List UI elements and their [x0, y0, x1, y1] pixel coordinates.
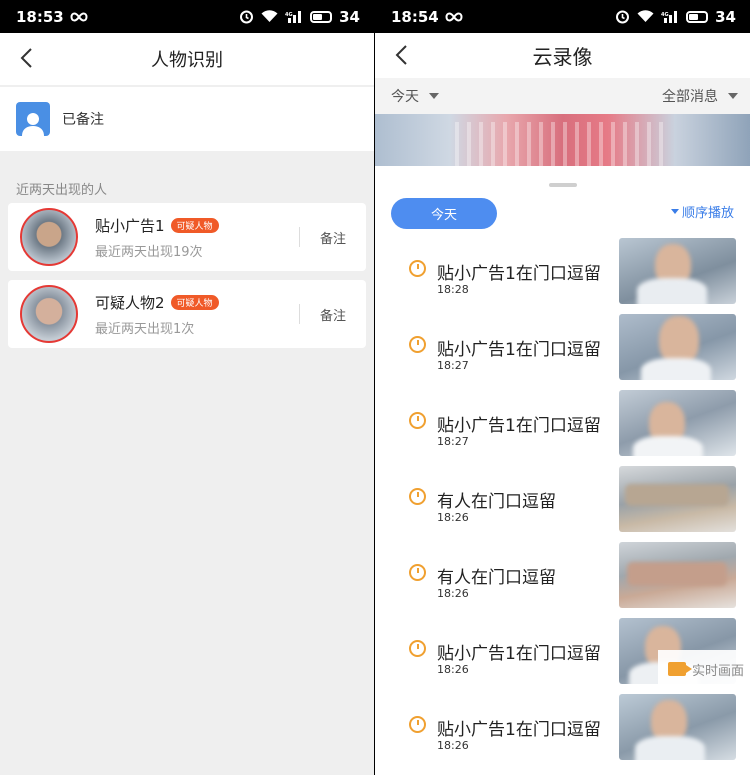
title-bar: 人物识别 [0, 33, 374, 85]
event-item[interactable]: 贴小广告1在门口逗留 18:27 [375, 314, 750, 382]
event-thumbnail[interactable] [619, 542, 736, 608]
clock-icon [409, 640, 426, 657]
event-thumbnail[interactable] [619, 694, 736, 760]
infinity-icon [70, 11, 88, 22]
note-button[interactable]: 备注 [320, 305, 346, 324]
back-arrow-icon[interactable] [389, 42, 415, 68]
event-title: 贴小广告1在门口逗留 [437, 264, 601, 284]
message-filter[interactable]: 全部消息 [662, 86, 738, 106]
signal-icon: 4G [661, 11, 678, 23]
dropdown-triangle-icon [728, 93, 738, 99]
event-time: 18:26 [437, 587, 469, 600]
status-bar: 18:53 4G 34 [0, 0, 374, 33]
battery-level: 34 [715, 7, 736, 26]
status-time: 18:53 [16, 7, 64, 26]
dropdown-triangle-icon [429, 93, 439, 99]
dropdown-triangle-icon [670, 209, 679, 214]
suspicious-badge: 可疑人物 [170, 295, 219, 310]
person-recognition-screen: 18:53 4G 34 人物识别 已备注 近两天出现的人 贴小广告1 可疑人物 … [0, 0, 374, 775]
clock-icon [409, 716, 426, 733]
battery-icon [686, 10, 709, 23]
event-item[interactable]: 有人在门口逗留 18:26 [375, 466, 750, 534]
preview-image [455, 122, 670, 166]
event-item[interactable]: 贴小广告1在门口逗留 18:28 [375, 238, 750, 306]
alarm-icon [240, 10, 254, 24]
event-title: 贴小广告1在门口逗留 [437, 340, 601, 360]
event-time: 18:26 [437, 511, 469, 524]
alarm-icon [616, 10, 630, 24]
clock-icon [409, 336, 426, 353]
filter-bar: 今天 全部消息 [375, 78, 750, 114]
status-bar: 18:54 4G 34 [375, 0, 750, 33]
event-time: 18:26 [437, 739, 469, 752]
drag-handle[interactable] [549, 183, 577, 187]
sequential-play-button[interactable]: 顺序播放 [670, 202, 734, 221]
section-label: 近两天出现的人 [16, 183, 108, 198]
signal-icon: 4G [285, 11, 302, 23]
cloud-recording-screen: 18:54 4G 34 云录像 今天 全部消息 今天 顺序播放 贴小广告1在门口… [375, 0, 750, 775]
live-view-label: 实时画面 [692, 663, 745, 679]
noted-label: 已备注 [62, 112, 104, 128]
event-time: 18:27 [437, 359, 469, 372]
person-photo [20, 285, 78, 343]
day-filter[interactable]: 今天 [391, 86, 439, 106]
event-item[interactable]: 贴小广告1在门口逗留 18:27 [375, 390, 750, 458]
event-time: 18:27 [437, 435, 469, 448]
clock-icon [409, 488, 426, 505]
noted-persons-row[interactable]: 已备注 [0, 87, 374, 151]
person-name: 可疑人物2 [95, 294, 165, 312]
event-title: 贴小广告1在门口逗留 [437, 416, 601, 436]
wifi-icon [261, 10, 278, 22]
sequential-play-label: 顺序播放 [681, 206, 734, 221]
clock-icon [409, 260, 426, 277]
event-item[interactable]: 有人在门口逗留 18:26 [375, 542, 750, 610]
status-time: 18:54 [391, 7, 439, 26]
event-thumbnail[interactable] [619, 238, 736, 304]
live-view-button[interactable]: 实时画面 [658, 650, 750, 688]
battery-icon [310, 10, 333, 23]
person-appearance-count: 最近两天出现1次 [95, 322, 195, 337]
svg-text:4G: 4G [661, 12, 669, 18]
person-appearance-count: 最近两天出现19次 [95, 245, 203, 260]
title-bar: 云录像 [375, 33, 750, 78]
person-photo [20, 208, 78, 266]
page-title: 云录像 [532, 45, 593, 69]
back-arrow-icon[interactable] [14, 45, 40, 71]
event-title: 贴小广告1在门口逗留 [437, 720, 601, 740]
clock-icon [409, 412, 426, 429]
day-filter-label: 今天 [391, 89, 419, 105]
event-title: 贴小广告1在门口逗留 [437, 644, 601, 664]
event-thumbnail[interactable] [619, 314, 736, 380]
person-name: 贴小广告1 [95, 217, 165, 235]
battery-level: 34 [339, 7, 360, 26]
event-time: 18:28 [437, 283, 469, 296]
page-title: 人物识别 [151, 50, 223, 71]
event-item[interactable]: 贴小广告1在门口逗留 18:26 [375, 694, 750, 762]
person-card[interactable]: 贴小广告1 可疑人物 最近两天出现19次 备注 [8, 203, 366, 271]
event-thumbnail[interactable] [619, 390, 736, 456]
person-avatar-icon [16, 102, 50, 136]
divider [299, 227, 300, 247]
message-filter-label: 全部消息 [662, 89, 718, 105]
infinity-icon [445, 11, 463, 22]
event-title: 有人在门口逗留 [437, 492, 556, 512]
video-preview[interactable] [375, 114, 750, 166]
suspicious-badge: 可疑人物 [170, 218, 219, 233]
note-button[interactable]: 备注 [320, 228, 346, 247]
camera-icon [668, 662, 692, 676]
today-button[interactable]: 今天 [391, 198, 497, 229]
divider [299, 304, 300, 324]
svg-text:4G: 4G [285, 12, 293, 18]
event-title: 有人在门口逗留 [437, 568, 556, 588]
clock-icon [409, 564, 426, 581]
event-thumbnail[interactable] [619, 466, 736, 532]
wifi-icon [637, 10, 654, 22]
person-card[interactable]: 可疑人物2 可疑人物 最近两天出现1次 备注 [8, 280, 366, 348]
event-time: 18:26 [437, 663, 469, 676]
